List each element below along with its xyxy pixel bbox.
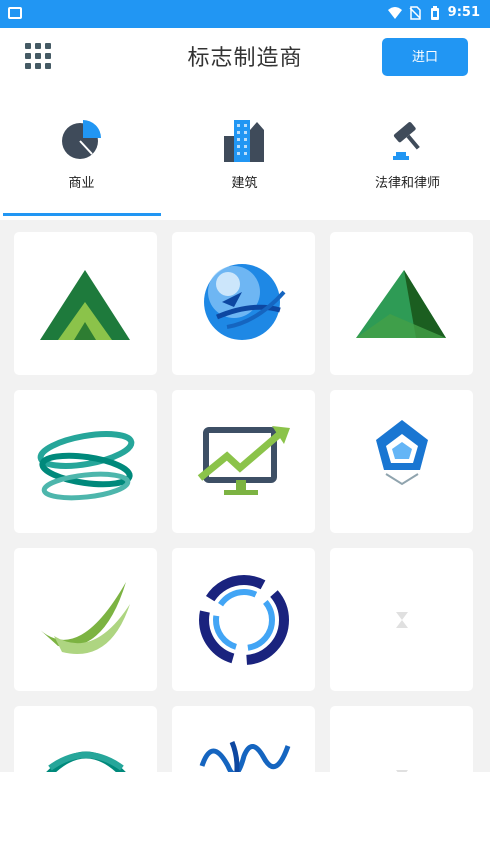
image-notification-icon — [8, 7, 22, 19]
blue-globe-arrows-logo — [204, 264, 286, 340]
blue-script-logo — [199, 741, 291, 772]
tab-architecture[interactable]: 建筑 — [163, 100, 326, 218]
gavel-icon — [392, 122, 420, 160]
tab-business[interactable]: 商业 — [0, 100, 163, 218]
loading-placeholder-icon — [396, 770, 408, 772]
wifi-icon — [387, 6, 402, 19]
logo-grid — [0, 220, 490, 772]
logo-card[interactable] — [172, 390, 315, 533]
tab-label-law: 法律和律师 — [374, 176, 440, 191]
battery-icon — [430, 5, 439, 20]
logo-card[interactable] — [330, 390, 473, 533]
monitor-growth-arrow-logo — [197, 426, 290, 495]
green-mountain-logo — [40, 270, 130, 340]
logo-card[interactable] — [14, 548, 157, 691]
logo-card[interactable] — [330, 232, 473, 375]
logo-card-placeholder[interactable] — [330, 706, 473, 772]
status-bar: 9:51 — [0, 0, 490, 28]
green-swoosh-logo — [38, 582, 130, 654]
status-icons: 9:51 — [387, 5, 480, 20]
status-time: 9:51 — [447, 5, 480, 20]
app-bar: 标志制造商 进口 — [0, 28, 490, 88]
logo-card[interactable] — [172, 232, 315, 375]
tab-label-business: 商业 — [68, 176, 95, 191]
buildings-icon — [223, 120, 264, 162]
category-tabs: 商业 建筑 法律和律师 — [0, 100, 490, 218]
logo-card[interactable] — [172, 548, 315, 691]
loading-placeholder-icon — [396, 612, 408, 628]
logo-card-placeholder[interactable] — [330, 548, 473, 691]
tab-label-architecture: 建筑 — [231, 176, 258, 191]
blue-circle-swirl-logo — [199, 575, 289, 665]
logo-card[interactable] — [172, 706, 315, 772]
logo-card[interactable] — [14, 706, 157, 772]
green-pyramid-logo — [356, 270, 446, 338]
teal-swirl-logo — [37, 431, 135, 501]
teal-globe-stripes-logo — [46, 751, 126, 772]
logo-card[interactable] — [14, 390, 157, 533]
logo-card[interactable] — [14, 232, 157, 375]
import-button[interactable]: 进口 — [382, 38, 468, 76]
tab-law[interactable]: 法律和律师 — [326, 100, 489, 218]
no-sim-icon — [409, 5, 421, 20]
pie-chart-icon — [61, 120, 101, 159]
tab-indicator — [3, 213, 161, 216]
blue-pentagon-logo — [376, 420, 428, 486]
